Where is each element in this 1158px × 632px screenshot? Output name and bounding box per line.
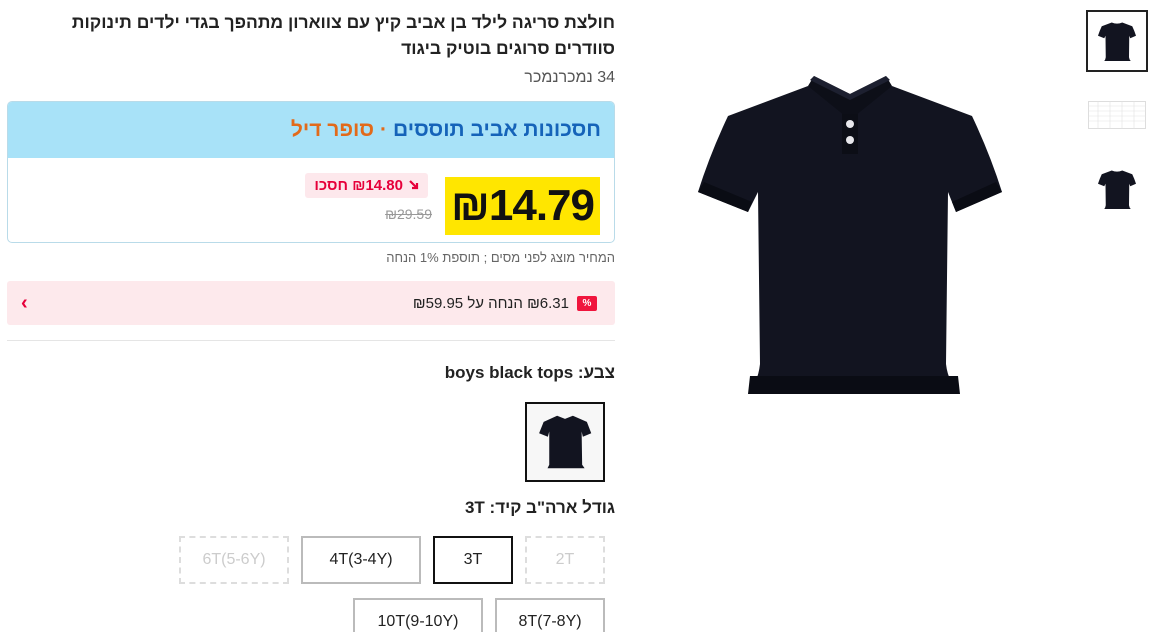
color-label: צבע: boys black tops: [444, 363, 615, 382]
product-title: חולצת סריגה לילד בן אביב קיץ עם צווארון …: [71, 12, 615, 58]
thumbnail-1[interactable]: [1086, 10, 1148, 72]
chevron-left-icon: ›: [21, 291, 28, 314]
sold-count: 34 נמכרנמכר: [524, 69, 615, 86]
size-options: 2T 3T 4T(3-4Y) 6T(5-6Y) 8T(7-8Y) 10T(9-1…: [65, 536, 605, 632]
coupon-banner[interactable]: % ₪6.31 הנחה על ₪59.95 ›: [7, 281, 615, 325]
thumbnail-3[interactable]: [1086, 158, 1148, 220]
discount-percent-icon: %: [577, 295, 597, 311]
price-card: חסכונות אביב תוססים · סופר דיל ₪14.79 ₪1…: [7, 101, 615, 243]
divider: [7, 340, 615, 341]
coupon-text: ₪6.31 הנחה על ₪59.95: [412, 294, 569, 312]
original-price: ₪29.59: [385, 206, 432, 222]
down-arrow-icon: [408, 179, 419, 193]
main-product-image[interactable]: [690, 64, 1010, 404]
size-option-3t[interactable]: 3T: [433, 536, 513, 584]
shirt-swatch-image: [539, 415, 592, 469]
color-swatch-black[interactable]: [525, 402, 605, 482]
shirt-thumbnail-image: [1098, 22, 1136, 61]
size-option-2t[interactable]: 2T: [525, 536, 605, 584]
size-option-10t[interactable]: 10T(9-10Y): [353, 598, 483, 632]
shirt-thumbnail-image: [1098, 170, 1136, 209]
deal-separator: ·: [380, 118, 388, 141]
size-chart-thumbnail-image: [1088, 101, 1146, 129]
deal-brand: חסכונות אביב תוססים: [393, 118, 601, 141]
price-body: ₪14.79 ₪14.80 חסכו ₪29.59: [8, 158, 614, 242]
product-info: חולצת סריגה לילד בן אביב קיץ עם צווארון …: [7, 0, 615, 632]
deal-label: סופר דיל: [290, 118, 375, 141]
deal-banner[interactable]: חסכונות אביב תוססים · סופר דיל: [8, 102, 614, 158]
thumbnail-list: [1086, 10, 1148, 232]
size-label: גודל ארה"ב קיד: 3T: [464, 498, 615, 517]
size-option-6t[interactable]: 6T(5-6Y): [179, 536, 289, 584]
savings-text: ₪14.80 חסכו: [314, 177, 403, 194]
size-option-4t[interactable]: 4T(3-4Y): [301, 536, 421, 584]
current-price: ₪14.79: [445, 177, 600, 235]
thumbnail-2[interactable]: [1086, 84, 1148, 146]
size-option-8t[interactable]: 8T(7-8Y): [495, 598, 605, 632]
polo-shirt-image: [698, 76, 1002, 394]
tax-note: המחיר מוצג לפני מסים ; תוספת 1% הנחה: [386, 250, 615, 265]
savings-badge: ₪14.80 חסכו: [305, 173, 428, 198]
